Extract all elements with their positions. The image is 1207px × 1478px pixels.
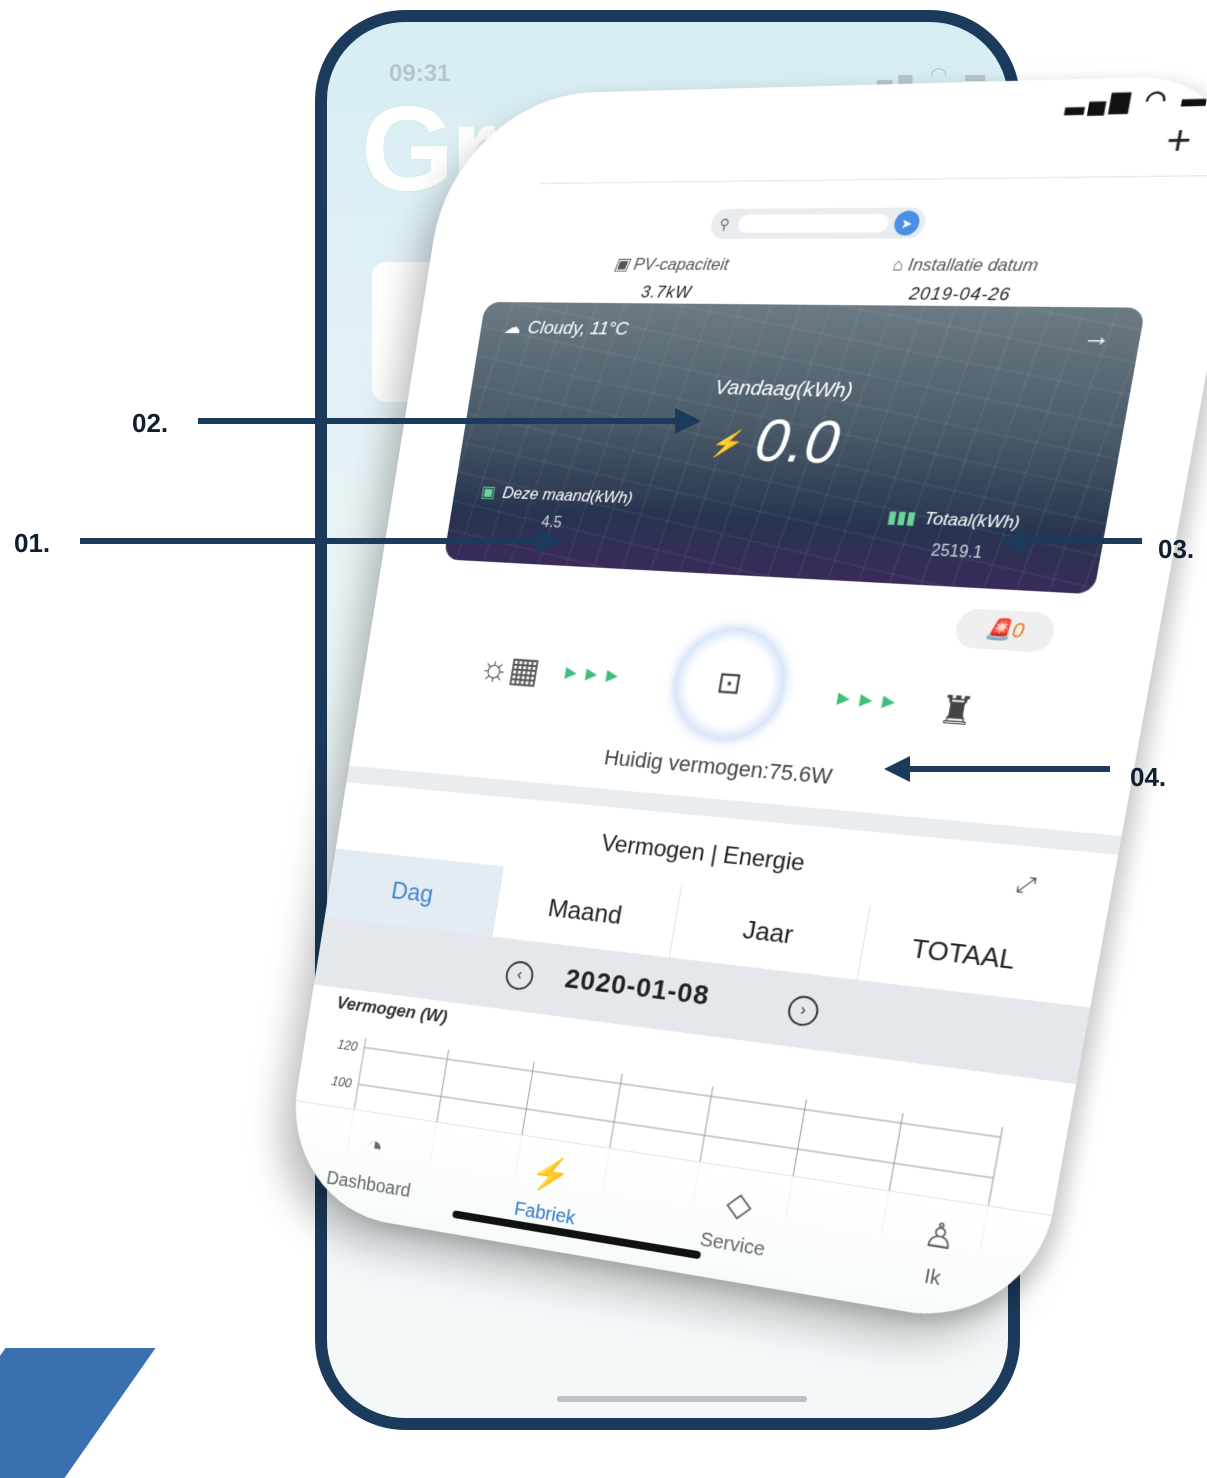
today-value-row: ⚡ 0.0 (459, 398, 1126, 488)
bar-chart-icon: ▮▮▮ (885, 507, 918, 528)
pv-capacity-block: ▣ PV-capaciteit 3.7kW (576, 255, 764, 303)
alarm-count: 0 (1009, 619, 1026, 643)
grid-line-horizontal (364, 1047, 1001, 1137)
month-block: ▣ Deze maand(kWh) (479, 482, 635, 509)
y-tick-label: 120 (336, 1037, 359, 1054)
flow-arrows-right-icon: ▶▶▶ (835, 689, 907, 712)
callout-01-arrowhead (538, 528, 564, 554)
callout-03-arrowhead (1000, 528, 1026, 554)
solar-panel-icon: ☼▦ (476, 646, 544, 691)
cloud-icon: ☁ (502, 317, 523, 338)
callout-01: 01. (14, 528, 51, 558)
callout-04-line (908, 766, 1110, 772)
install-date-value: 2019-04-26 (907, 283, 1013, 305)
nav-dashboard[interactable]: ◔ Dashboard (279, 1101, 467, 1234)
callout-03: 03. (1158, 534, 1195, 564)
status-icons: ▂▄▆ ◠ ▬ (1064, 84, 1207, 115)
callout-02-line (198, 418, 678, 424)
back-home-bar (557, 1396, 807, 1402)
callout-04-arrowhead (884, 756, 910, 782)
location-bar[interactable]: ⚲ ➤ (708, 207, 929, 239)
location-input[interactable] (736, 213, 891, 233)
flow-arrows-left-icon: ▶▶▶ (563, 664, 629, 686)
weather-text: Cloudy, 11°C (526, 317, 631, 340)
add-button[interactable]: + (1155, 117, 1202, 166)
previous-date-icon[interactable]: ‹ (503, 959, 536, 992)
month-label: Deze maand(kWh) (501, 483, 635, 508)
location-pin-icon: ⚲ (718, 215, 732, 232)
callout-04: 04. (1130, 762, 1167, 792)
callout-03-line (1024, 538, 1142, 544)
battery-icon: ▣ (479, 482, 498, 502)
next-date-icon[interactable]: › (785, 994, 821, 1028)
total-value: 2519.1 (929, 542, 984, 563)
arrow-right-icon[interactable]: → (1080, 320, 1114, 353)
callout-02-arrowhead (675, 408, 701, 434)
bolt-icon: ⚡ (708, 427, 745, 459)
y-tick-label: 100 (331, 1074, 354, 1091)
weather-line: ☁ Cloudy, 11°C (503, 318, 630, 341)
pv-capacity-label: PV-capaciteit (632, 254, 731, 274)
locate-icon[interactable]: ➤ (892, 210, 922, 236)
install-date-label: Installatie datum (906, 255, 1040, 276)
pv-capacity-value: 3.7kW (639, 282, 694, 302)
corner-decoration (0, 1348, 156, 1478)
callout-02: 02. (132, 408, 169, 438)
install-date-block: ⌂ Installatie datum 2019-04-26 (835, 255, 1094, 306)
today-value: 0.0 (750, 406, 845, 477)
power-tower-icon: ♜ (934, 688, 978, 735)
date-label[interactable]: 2020-01-08 (563, 963, 712, 1012)
inverter-icon[interactable]: ⊡ (668, 627, 792, 742)
callout-01-line (80, 538, 540, 544)
header-divider (540, 175, 1207, 184)
